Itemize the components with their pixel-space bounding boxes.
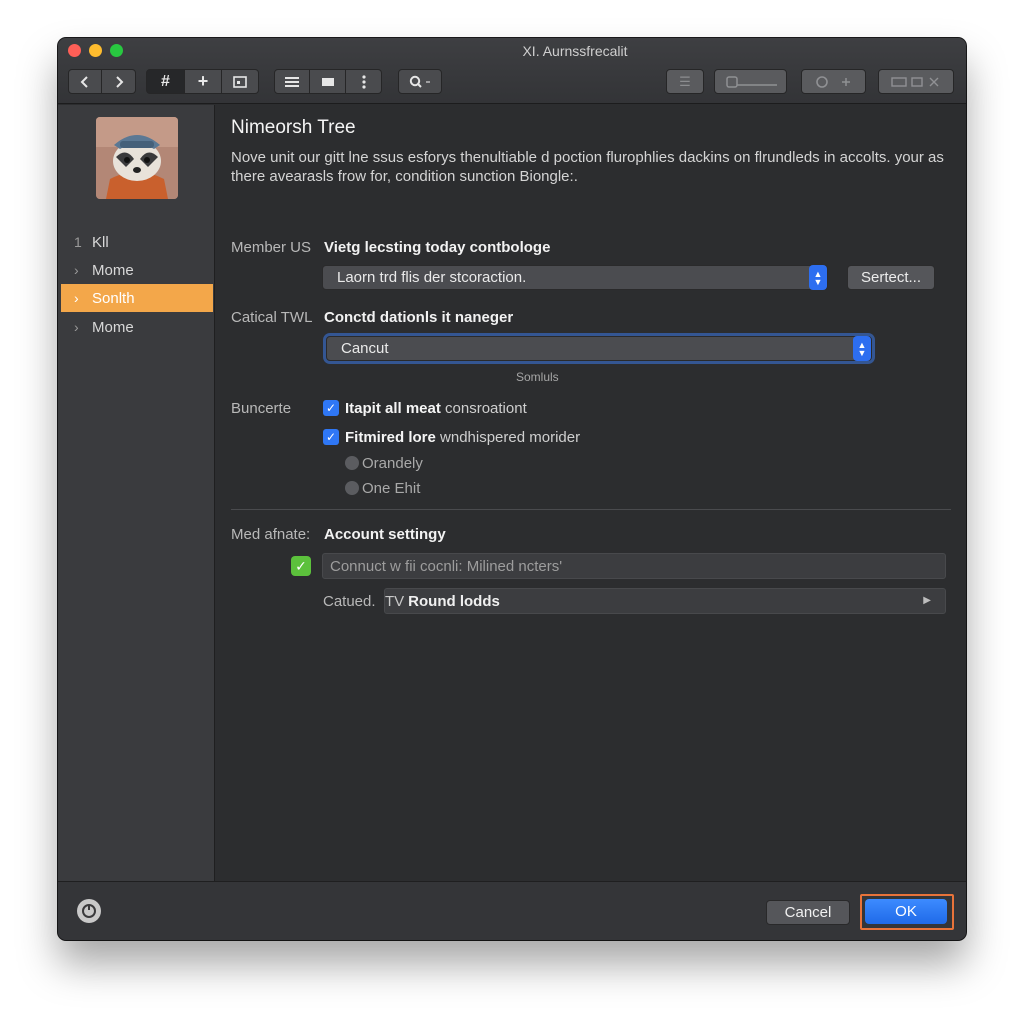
slider-icon	[725, 75, 777, 88]
sidebar-item-sonlth[interactable]: › Sonlth	[61, 284, 213, 312]
catical-heading: Conctd dationls it naneger	[324, 309, 514, 326]
sidebar-item-label: Mome	[92, 318, 134, 336]
popup-value: Round lodds	[408, 592, 500, 610]
filter-search-button[interactable]	[801, 69, 866, 94]
chevron-right-icon: ›	[74, 262, 79, 278]
member-heading: Vietg lecsting today contbologe	[324, 239, 551, 256]
account-enabled-checkbox[interactable]: ✓	[291, 556, 311, 576]
checkbox-fitmired-label: Fitmired lore wndhispered morider	[345, 429, 580, 446]
edit-button-group: # +	[146, 69, 259, 94]
sidebar-item-label: Sonlth	[92, 289, 135, 307]
ok-button[interactable]: OK	[865, 899, 947, 924]
search-button-group	[398, 69, 442, 94]
card-view-button[interactable]	[310, 69, 346, 94]
radio-orandely-label: Orandely	[362, 455, 423, 472]
triangle-right-icon: ▶	[923, 595, 931, 606]
inspector-button[interactable]: ☰	[666, 69, 704, 94]
radio-orandely[interactable]	[345, 456, 359, 470]
catued-label: Catued.	[323, 593, 376, 610]
chevron-right-icon: ›	[74, 290, 79, 306]
section-divider	[231, 509, 951, 510]
dialog-footer: Cancel OK	[58, 881, 966, 940]
member-select-value: Laorn trd flis der stcoraction.	[337, 269, 527, 286]
catical-label: Catical TWL	[231, 309, 313, 326]
account-label: Med afnate:	[231, 526, 311, 543]
card-icon	[321, 77, 334, 86]
radio-one-ehit-label: One Ehit	[362, 480, 421, 497]
checkbox-label-rest: consroationt	[440, 400, 527, 417]
catical-select[interactable]: Cancut ▲ ▼	[326, 336, 872, 361]
list-view-button[interactable]	[274, 69, 310, 94]
sidebar: 1 Kll › Mome › Sonlth › Mome	[58, 105, 215, 881]
frame-icon	[233, 75, 247, 88]
select-button[interactable]: Sertect...	[847, 265, 935, 290]
window-title: XI. Aurnssfrecalit	[522, 43, 628, 59]
catical-select-value: Cancut	[341, 340, 389, 357]
plus-icon: +	[197, 71, 209, 91]
popup-prefix: TV	[385, 592, 405, 610]
nav-button-group	[68, 69, 136, 94]
share-group	[878, 69, 954, 94]
checkbox-label-bold: Itapit all meat	[345, 400, 441, 417]
more-button[interactable]	[346, 69, 382, 94]
settings-content: Nimeorsh Tree Nove unit our gitt lne ssu…	[216, 105, 966, 881]
number-prefix: 1	[74, 234, 82, 250]
page-description: Nove unit our gitt lne ssus esforys then…	[231, 149, 944, 185]
zoom-slider[interactable]	[714, 69, 787, 94]
cancel-button[interactable]: Cancel	[766, 900, 850, 925]
checkbox-itapit-label: Itapit all meat consroationt	[345, 400, 527, 417]
view-button-group	[274, 69, 382, 94]
select-stepper-icon: ▲ ▼	[853, 336, 871, 361]
sidebar-item-mome[interactable]: › Mome	[58, 256, 214, 284]
checkbox-fitmired[interactable]: ✓	[323, 429, 339, 445]
share-button[interactable]	[878, 69, 954, 94]
title-bar: XI. Aurnssfrecalit # + ☰	[58, 38, 966, 104]
preferences-window: XI. Aurnssfrecalit # + ☰ 1 Kll › Mome › …	[58, 38, 966, 940]
sidebar-item-label: Kll	[92, 233, 109, 251]
select-stepper-icon: ▲ ▼	[809, 265, 827, 290]
sidebar-item-kll[interactable]: 1 Kll	[58, 228, 214, 256]
frame-button[interactable]	[222, 69, 259, 94]
more-vertical-icon	[361, 74, 366, 89]
chevron-right-icon: ›	[74, 319, 79, 335]
list-icon	[285, 76, 299, 87]
list-icon: ☰	[679, 73, 691, 89]
buncerte-label: Buncerte	[231, 400, 292, 417]
sidebar-item-label: Mome	[92, 261, 134, 279]
search-icon	[409, 75, 430, 88]
grid-button[interactable]: #	[146, 69, 185, 94]
sidebar-item-mome-2[interactable]: › Mome	[58, 313, 214, 341]
back-button[interactable]	[68, 69, 102, 94]
checkbox-label-rest: wndhispered morider	[435, 429, 581, 446]
filter-group	[801, 69, 866, 94]
slider-group	[714, 69, 787, 94]
share-icon	[891, 76, 939, 87]
account-connect-field[interactable]: Connuct w fii cocnli: Milined ncters'	[322, 553, 946, 579]
hash-icon: #	[161, 72, 170, 90]
add-button[interactable]: +	[185, 69, 222, 94]
search-button[interactable]	[398, 69, 442, 94]
round-lodds-popup[interactable]: TV Round lodds ▶	[384, 588, 946, 614]
checkbox-itapit[interactable]: ✓	[323, 400, 339, 416]
member-select[interactable]: Laorn trd flis der stcoraction. ▲ ▼	[322, 265, 828, 290]
raccoon-avatar-image	[96, 117, 178, 199]
help-button[interactable]	[77, 899, 101, 923]
account-heading: Account settingy	[324, 526, 446, 543]
member-label: Member US	[231, 239, 312, 256]
chevron-left-icon	[80, 75, 88, 88]
radio-one-ehit[interactable]	[345, 481, 359, 495]
chevron-right-icon	[115, 75, 123, 88]
help-circle-icon	[82, 904, 96, 918]
forward-button[interactable]	[102, 69, 136, 94]
page-title: Nimeorsh Tree	[231, 117, 356, 138]
search-icon	[815, 75, 850, 88]
avatar[interactable]	[96, 117, 178, 199]
catical-hint: Somluls	[516, 370, 559, 384]
checkbox-label-bold: Fitmired lore	[345, 429, 436, 446]
right-tool-group: ☰	[666, 69, 704, 94]
